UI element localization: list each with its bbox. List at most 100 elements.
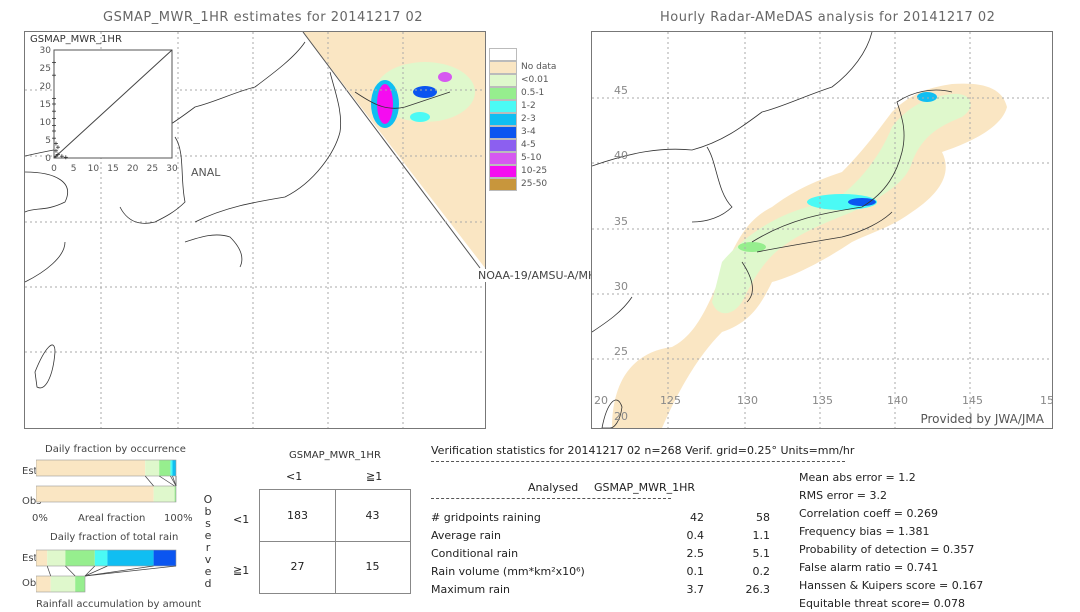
legend-label: 5-10 — [521, 153, 542, 163]
contingency-table: 183 43 27 15 — [259, 489, 411, 594]
legend-label: 10-25 — [521, 166, 548, 176]
verif-score: Correlation coeff = 0.269 — [799, 507, 938, 520]
verif-score: Mean abs error = 1.2 — [799, 471, 916, 484]
legend-swatch — [489, 87, 517, 100]
legend-swatch — [489, 48, 517, 61]
lon-tick: 125 — [660, 394, 681, 407]
lat-tick: 20 — [614, 410, 628, 423]
bar-segment — [145, 460, 160, 476]
inset-x-tick: 0 — [51, 164, 57, 174]
rain-area — [848, 198, 876, 206]
legend-swatch — [489, 178, 517, 191]
link-line — [159, 475, 175, 487]
right-map-svg — [592, 32, 1052, 428]
contingency-row-header-0: <1 — [233, 513, 250, 526]
inset-y-ticks: 0 5 10 15 20 25 30 — [40, 46, 52, 164]
bar-segment — [75, 576, 85, 592]
legend-label: 0.5-1 — [521, 88, 545, 98]
verif-row-analysed: 2.5 — [686, 547, 705, 560]
inset-x-tick: 25 — [147, 164, 158, 174]
lat-tick: 40 — [614, 149, 628, 162]
inset-x-tick: 15 — [107, 164, 118, 174]
legend-label: 25-50 — [521, 179, 548, 189]
bar-segment — [36, 486, 154, 502]
link-line — [144, 475, 154, 487]
verif-row-model: 58 — [756, 511, 770, 524]
total-rain-title: Daily fraction of total rain — [50, 532, 179, 543]
total-rain-est-bar — [36, 549, 177, 567]
legend-swatch — [489, 74, 517, 87]
rain-area — [438, 72, 452, 82]
occurrence-title: Daily fraction by occurrence — [45, 444, 186, 455]
occurrence-x-right: 100% — [164, 513, 193, 524]
inset-x-tick: 20 — [127, 164, 139, 174]
contingency-col-title: GSMAP_MWR_1HR — [289, 450, 381, 461]
lat-tick: 30 — [614, 280, 628, 293]
rain-area — [738, 242, 766, 252]
legend-swatch — [489, 126, 517, 139]
bar-segment — [153, 550, 176, 566]
occurrence-links — [144, 475, 177, 487]
total-rain-obs-bar — [36, 575, 86, 593]
inset-x-tick: 30 — [166, 164, 178, 174]
bar-segment — [94, 550, 108, 566]
bar-segment — [50, 576, 76, 592]
bar-segment — [36, 550, 48, 566]
inset-y-tick: 30 — [40, 46, 52, 56]
verif-score: Equitable threat score= 0.078 — [799, 597, 965, 610]
link-line — [84, 565, 154, 577]
rain-area — [410, 112, 430, 122]
inset-title: GSMAP_MWR_1HR — [30, 34, 122, 45]
occurrence-x-left: 0% — [32, 513, 48, 524]
legend-swatch — [489, 139, 517, 152]
contingency-cell-0-0: 183 — [287, 509, 308, 522]
legend-swatch — [489, 61, 517, 74]
inset-y-tick: 0 — [45, 154, 51, 164]
inset-y-tick: 15 — [40, 100, 51, 110]
left-map: GSMAP_MWR_1HR 0 5 10 15 20 25 30 0 5 10 15 20 25 30 … — [24, 31, 486, 429]
inset-y-tick: 5 — [45, 136, 51, 146]
verif-row-model: 1.1 — [752, 529, 771, 542]
verif-row-label: Rain volume (mm*km²x10⁶) — [431, 565, 585, 578]
col-model: GSMAP_MWR_1HR — [594, 481, 696, 494]
verif-row-label: Conditional rain — [431, 547, 519, 560]
bar-segment — [36, 576, 51, 592]
verif-row-model: 26.3 — [745, 583, 771, 596]
verif-row-model: 0.2 — [752, 565, 771, 578]
inset-y-tick: 25 — [40, 64, 51, 74]
verif-score: Frequency bias = 1.381 — [799, 525, 930, 538]
contingency-col-header-1: ≧1 — [366, 470, 383, 483]
lon-tick: 145 — [962, 394, 983, 407]
occurrence-x-mid: Areal fraction — [78, 513, 146, 524]
inset-scatter: 0 5 10 15 20 25 30 0 5 10 15 20 25 30 — [40, 46, 178, 174]
link-line — [84, 565, 177, 577]
legend-label: 3-4 — [521, 127, 536, 137]
legend-label: 1-2 — [521, 101, 536, 111]
verif-row-analysed: 0.4 — [686, 529, 705, 542]
contingency-row-title: Observed — [203, 493, 213, 590]
lon-tick: 135 — [812, 394, 833, 407]
contingency-cell-0-1: 43 — [365, 509, 380, 522]
verif-row-analysed: 0.1 — [686, 565, 705, 578]
bar-segment — [36, 460, 146, 476]
bar-segment — [159, 460, 171, 476]
legend-label: 4-5 — [521, 140, 536, 150]
right-map: 45 40 35 30 25 20 20 125 130 135 140 145 15 Provide… — [591, 31, 1053, 429]
verif-score: Hanssen & Kuipers score = 0.167 — [799, 579, 984, 592]
inset-xlabel: ANAL — [191, 166, 221, 179]
left-map-title: GSMAP_MWR_1HR estimates for 20141217 02 — [103, 10, 424, 25]
link-line — [46, 565, 52, 577]
contingency-cell-1-1: 15 — [365, 560, 380, 573]
legend-swatch — [489, 100, 517, 113]
lat-tick: 45 — [614, 84, 628, 97]
lon-tick: 15 — [1040, 394, 1053, 407]
satellite-label: NOAA-19/AMSU-A/MHS — [478, 269, 604, 282]
legend-swatch — [489, 113, 517, 126]
lon-tick: 140 — [887, 394, 908, 407]
inset-x-ticks: 0 5 10 15 20 25 30 — [51, 164, 178, 174]
credit-label: Provided by JWA/JMA — [920, 412, 1044, 426]
total-rain-chart — [36, 549, 177, 593]
verification-header: Verification statistics for 20141217 02 … — [431, 444, 855, 457]
lat-tick: 25 — [614, 345, 628, 358]
legend-label: No data — [521, 62, 557, 72]
